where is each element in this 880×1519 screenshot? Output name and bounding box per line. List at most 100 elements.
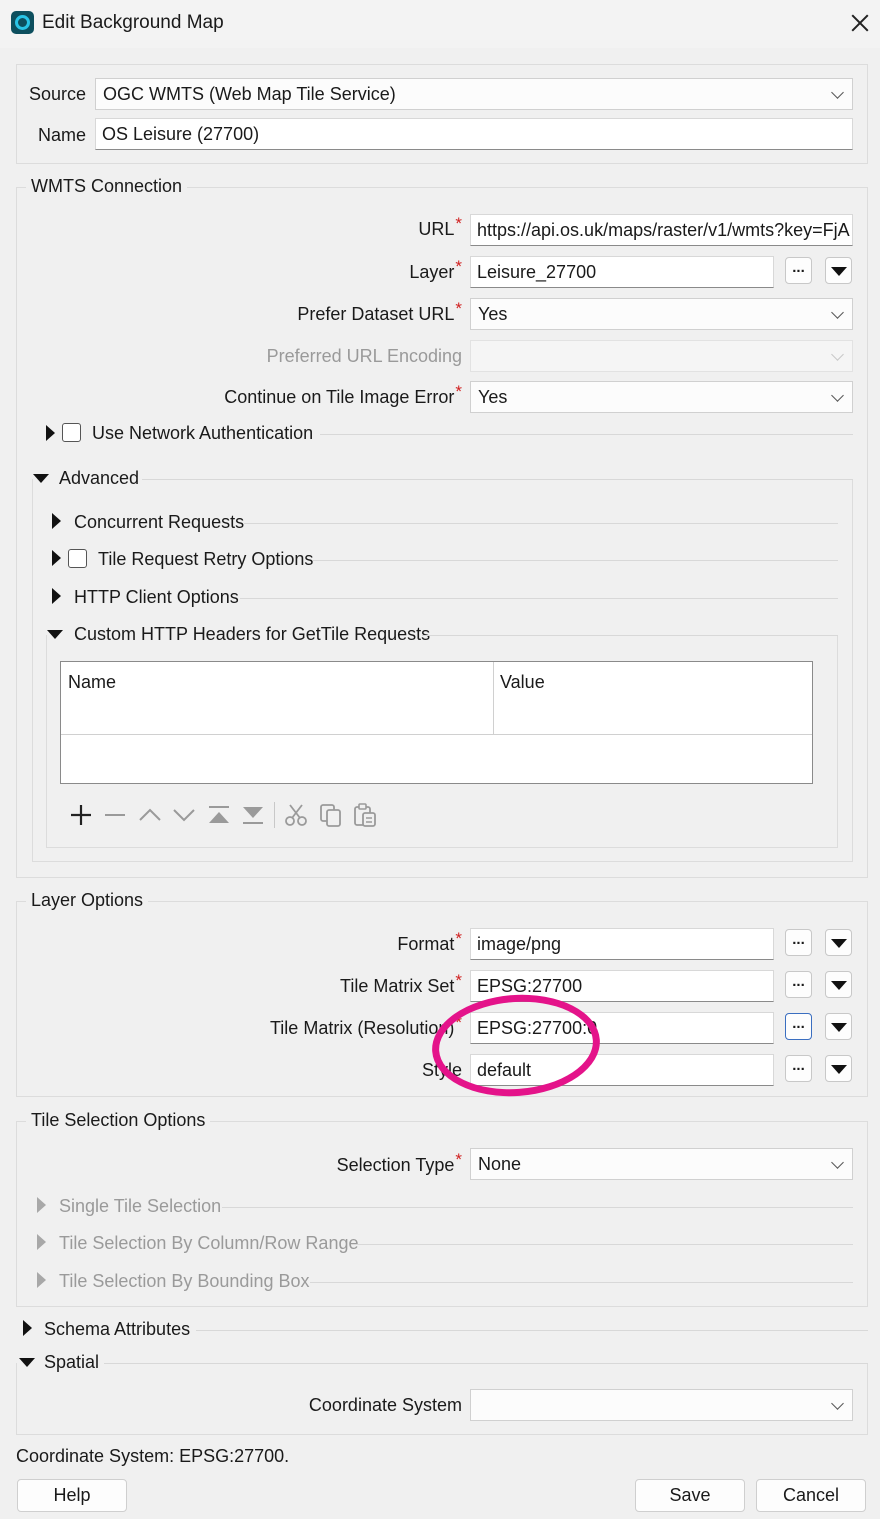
selection-type-label-text: Selection Type — [336, 1155, 455, 1175]
divider — [240, 598, 838, 599]
retry-options-section[interactable]: Tile Request Retry Options — [98, 549, 313, 570]
expand-arrow-icon[interactable] — [46, 425, 55, 441]
source-value: OGC WMTS (Web Map Tile Service) — [103, 84, 396, 104]
divider — [310, 1282, 853, 1283]
style-dropdown-button[interactable] — [825, 1055, 852, 1082]
tms-dropdown-button[interactable] — [825, 971, 852, 998]
chevron-down-icon — [831, 348, 844, 361]
required-marker: * — [455, 257, 462, 276]
toolbar-separator — [274, 802, 275, 828]
prefer-value: Yes — [478, 304, 508, 324]
style-browse-button[interactable]: ... — [785, 1055, 812, 1082]
tm-browse-button[interactable]: ... — [785, 1013, 812, 1040]
expand-arrow-icon — [37, 1272, 46, 1288]
url-label: URL* — [120, 214, 462, 240]
selection-type-select[interactable]: None — [470, 1148, 853, 1180]
prefer-dataset-url-select[interactable]: Yes — [470, 298, 853, 330]
required-marker: * — [455, 382, 462, 401]
style-label: Style — [421, 1060, 462, 1080]
encoding-label: Preferred URL Encoding — [266, 346, 462, 366]
tm-label-text: Tile Matrix (Resolution) — [269, 1018, 455, 1038]
help-button[interactable]: Help — [17, 1479, 127, 1512]
prefer-label-text: Prefer Dataset URL — [297, 304, 455, 324]
expand-arrow-icon[interactable] — [52, 513, 61, 529]
required-marker: * — [455, 214, 462, 233]
divider — [313, 560, 838, 561]
format-browse-button[interactable]: ... — [785, 929, 812, 956]
required-marker: * — [455, 971, 462, 990]
move-up-icon[interactable] — [138, 803, 162, 827]
source-select[interactable]: OGC WMTS (Web Map Tile Service) — [95, 78, 853, 110]
chevron-down-icon — [831, 1156, 844, 1169]
layer-label: Layer* — [120, 257, 462, 283]
column-header-value[interactable]: Value — [500, 672, 545, 693]
app-icon — [11, 11, 34, 34]
auth-label: Use Network Authentication — [92, 423, 314, 443]
move-down-icon[interactable] — [172, 803, 196, 827]
expand-arrow-icon[interactable] — [23, 1320, 32, 1336]
tile-matrix-set-label: Tile Matrix Set* — [120, 971, 462, 997]
format-field[interactable]: image/png — [470, 928, 774, 960]
layer-dropdown-button[interactable] — [825, 257, 852, 284]
required-marker: * — [455, 1150, 462, 1169]
format-label: Format* — [120, 929, 462, 955]
chevron-down-icon — [831, 86, 844, 99]
url-field[interactable]: https://api.os.uk/maps/raster/v1/wmts?ke… — [470, 214, 853, 246]
move-bottom-icon[interactable] — [241, 803, 265, 827]
remove-row-icon[interactable] — [103, 803, 127, 827]
format-dropdown-button[interactable] — [825, 929, 852, 956]
tm-dropdown-button[interactable] — [825, 1013, 852, 1040]
coordinate-system-label: Coordinate System — [308, 1395, 462, 1415]
copy-icon[interactable] — [319, 803, 343, 827]
column-header-name[interactable]: Name — [68, 672, 116, 693]
divider — [422, 635, 838, 636]
auth-checkbox[interactable] — [62, 423, 81, 442]
required-marker: * — [455, 929, 462, 948]
add-row-icon[interactable] — [69, 803, 93, 827]
selection-type-label: Selection Type* — [120, 1150, 462, 1176]
expand-arrow-icon[interactable] — [52, 588, 61, 604]
chevron-down-icon — [831, 389, 844, 402]
url-encoding-select — [470, 340, 853, 372]
expand-arrow-icon — [37, 1234, 46, 1250]
concurrent-requests-section[interactable]: Concurrent Requests — [74, 512, 244, 533]
save-button[interactable]: Save — [635, 1479, 745, 1512]
header-divider — [61, 734, 812, 735]
url-label-text: URL — [418, 219, 455, 239]
expand-arrow-icon[interactable] — [52, 550, 61, 566]
continue-value: Yes — [478, 387, 508, 407]
divider — [104, 1363, 868, 1364]
divider — [356, 1244, 853, 1245]
retry-checkbox[interactable] — [68, 549, 87, 568]
divider — [196, 1330, 868, 1331]
http-client-section[interactable]: HTTP Client Options — [74, 587, 239, 608]
schema-attributes-section[interactable]: Schema Attributes — [44, 1319, 190, 1340]
prefer-label: Prefer Dataset URL* — [120, 299, 462, 325]
continue-on-error-select[interactable]: Yes — [470, 381, 853, 413]
name-label: Name — [37, 125, 86, 145]
col-divider — [493, 662, 494, 734]
status-text: Coordinate System: EPSG:27700. — [16, 1446, 290, 1466]
source-label: Source — [28, 84, 86, 104]
tile-selection-title: Tile Selection Options — [26, 1110, 211, 1131]
divider — [244, 523, 838, 524]
tms-browse-button[interactable]: ... — [785, 971, 812, 998]
expand-arrow-icon — [37, 1197, 46, 1213]
layer-browse-button[interactable]: ... — [785, 257, 812, 284]
format-label-text: Format — [397, 934, 455, 954]
close-icon[interactable] — [848, 11, 872, 35]
name-field[interactable]: OS Leisure (27700) — [95, 118, 853, 150]
coordinate-system-select[interactable] — [470, 1389, 853, 1421]
layer-label-text: Layer — [409, 262, 455, 282]
layer-field[interactable]: Leisure_27700 — [470, 256, 774, 288]
continue-label: Continue on Tile Image Error* — [120, 382, 462, 408]
headers-table[interactable]: Name Value — [60, 661, 813, 784]
move-top-icon[interactable] — [207, 803, 231, 827]
selection-type-value: None — [478, 1154, 522, 1174]
chevron-down-icon — [831, 1397, 844, 1410]
cancel-button[interactable]: Cancel — [756, 1479, 866, 1512]
paste-icon[interactable] — [353, 803, 377, 827]
divider — [222, 1207, 853, 1208]
wmts-group-title: WMTS Connection — [26, 176, 188, 197]
cut-icon[interactable] — [284, 803, 308, 827]
